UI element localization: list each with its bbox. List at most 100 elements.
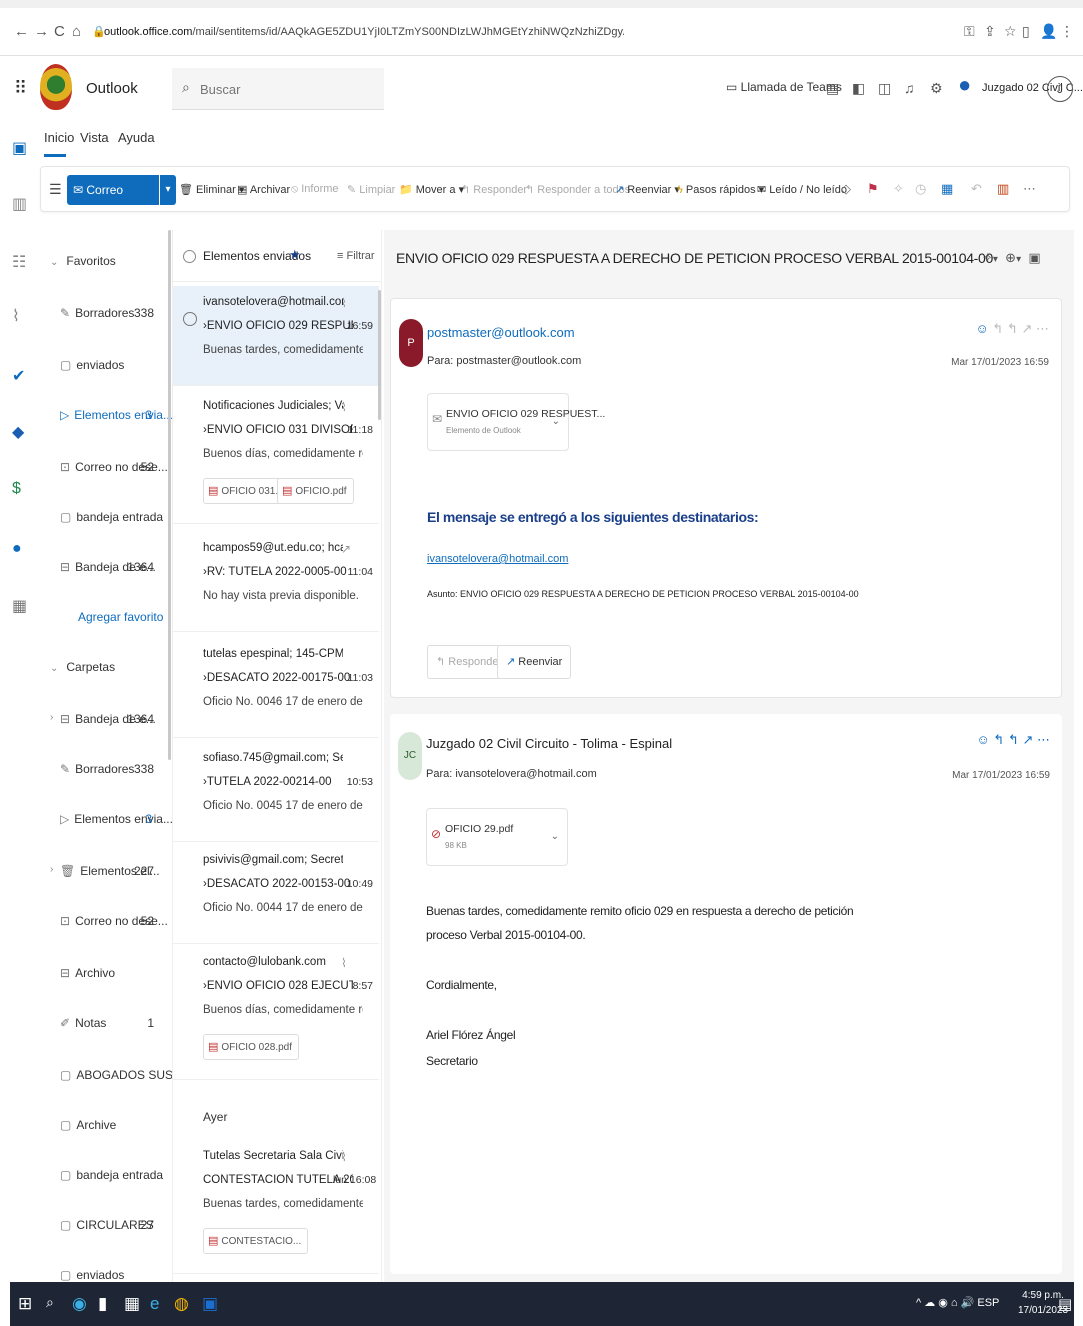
outlook-taskbar-icon[interactable]: ▣	[202, 1294, 218, 1314]
more-icon[interactable]: ⋯	[1037, 732, 1050, 747]
attachment-card[interactable]: ⊘ OFICIO 29.pdf 98 KB ⌄	[426, 808, 568, 866]
search-icon[interactable]: ⌕	[46, 1294, 54, 1311]
back-icon[interactable]: ←	[14, 24, 29, 39]
task-view-icon[interactable]: ◉	[72, 1294, 87, 1314]
reply-all-icon[interactable]: ↰	[1008, 732, 1019, 747]
snooze-icon[interactable]: ◷	[915, 181, 926, 197]
tab-ayuda[interactable]: Ayuda	[118, 130, 155, 145]
message-from[interactable]: postmaster@outlook.com	[427, 325, 575, 340]
home-icon[interactable]: ⌂	[72, 24, 81, 39]
store-icon[interactable]: ▦	[124, 1294, 140, 1314]
rules-icon[interactable]: ▦	[941, 181, 953, 197]
report-button[interactable]: ⦸ Informe	[291, 183, 339, 196]
chevron-right-icon[interactable]: ›	[50, 864, 53, 875]
apps-icon[interactable]: ▦	[12, 596, 27, 616]
emoji-icon[interactable]: ☺	[977, 732, 990, 747]
folder-item[interactable]: ✐ Notas 1	[60, 1016, 172, 1030]
list-item[interactable]: tutelas epespinal; 145-CPMSEP-ESPINA... …	[173, 638, 379, 738]
sweep-button[interactable]: ✎ Limpiar	[347, 183, 395, 196]
message-from[interactable]: Juzgado 02 Civil Circuito - Tolima - Esp…	[426, 736, 672, 751]
forward-button[interactable]: ↗ Reenviar ▾	[615, 183, 680, 196]
delete-button[interactable]: 🗑 Eliminar ▾	[179, 183, 244, 196]
filter-button[interactable]: ≡ Filtrar	[337, 250, 375, 262]
folder-item[interactable]: ▢ bandeja entrada	[60, 510, 172, 524]
forward-icon[interactable]: ↗	[1022, 732, 1033, 747]
forward-icon[interactable]: →	[34, 24, 49, 39]
folder-item[interactable]: ▷ Elementos envia... 3	[60, 408, 172, 422]
reply-button[interactable]: ↰ Responder	[461, 183, 527, 196]
tag-icon[interactable]: ◇	[841, 181, 851, 197]
mail-icon[interactable]: ▣	[12, 138, 27, 158]
summary-chevron-icon[interactable]: ▾	[993, 254, 998, 265]
folder-item[interactable]: ▢ enviados	[60, 1268, 172, 1282]
reply-all-icon[interactable]: ↰	[1007, 321, 1018, 336]
new-mail-dropdown[interactable]: ▾	[160, 175, 176, 205]
pin-icon[interactable]: ✧	[893, 181, 904, 197]
emoji-icon[interactable]: ☺	[976, 321, 989, 336]
teams-call-button[interactable]: ▭ Llamada de Teams	[726, 80, 842, 94]
hamburger-icon[interactable]: ☰	[49, 181, 62, 198]
forward-button[interactable]: ↗ Reenviar	[497, 645, 572, 679]
move-button[interactable]: 📁 Mover a ▾	[399, 183, 464, 196]
search-box[interactable]: ⌕	[172, 68, 384, 110]
list-item[interactable]: sofiaso.745@gmail.com; Secretaria Genera…	[173, 742, 379, 842]
forward-icon[interactable]: ↗	[1021, 321, 1032, 336]
folder-item[interactable]: ⊟ Archivo	[60, 966, 172, 980]
app-launcher-icon[interactable]: ⠿	[14, 78, 27, 99]
avatar[interactable]: J	[1047, 76, 1073, 102]
undo-icon[interactable]: ↶	[971, 181, 982, 197]
quick-steps-button[interactable]: ϟ Pasos rápidos ▾	[677, 183, 764, 196]
folder-item[interactable]: › 🗑 Elementos el... 227	[50, 864, 172, 878]
calendar-rail-icon[interactable]: ▥	[12, 194, 27, 214]
select-radio[interactable]	[183, 312, 197, 326]
todo-rail-icon[interactable]: ✔	[12, 366, 25, 386]
search-input[interactable]	[200, 78, 370, 100]
share-icon[interactable]: ⇪	[984, 23, 996, 40]
onedrive-icon[interactable]: ●	[12, 540, 22, 558]
summary-icon[interactable]: ✧	[982, 250, 993, 265]
star-icon[interactable]: ☆	[1004, 23, 1017, 40]
star-icon[interactable]: ★	[289, 247, 301, 263]
list-item[interactable]: hcampos59@ut.edu.co; hcampos... ↗ ›RV: T…	[173, 532, 379, 632]
tab-vista[interactable]: Vista	[80, 130, 109, 145]
folder-item[interactable]: ▷ Elementos envia... 3	[60, 812, 172, 826]
folder-item[interactable]: › ⊟ Bandeja de e... 1364	[50, 712, 172, 726]
onenote-icon[interactable]: ◧	[852, 80, 865, 97]
chevron-right-icon[interactable]: ›	[50, 712, 53, 723]
excel-icon[interactable]: $	[12, 480, 21, 498]
sidebar-icon[interactable]: ▯	[1022, 23, 1030, 40]
add-favorite-link[interactable]: Agregar favorito	[78, 610, 163, 624]
folder-item[interactable]: ⊡ Correo no dese... 52	[60, 460, 172, 474]
key-icon[interactable]: ⚿	[964, 23, 975, 40]
attachment-chip[interactable]: ▤ CONTESTACIO...	[203, 1228, 309, 1254]
zoom-chevron-icon[interactable]: ▾	[1016, 254, 1021, 265]
file-explorer-icon[interactable]: ▮	[98, 1294, 107, 1314]
archive-button[interactable]: ▤ Archivar	[237, 183, 290, 196]
folder-item[interactable]: ▢ bandeja entrada	[60, 1168, 172, 1182]
carpetas-header[interactable]: ⌄ Carpetas	[50, 660, 115, 674]
folder-item[interactable]: ✎ Borradores 338	[60, 306, 172, 320]
attachment-chip[interactable]: ▤ OFICIO.pdf	[277, 478, 354, 504]
reply-icon[interactable]: ↰	[992, 321, 1003, 336]
notification-icon[interactable]: ▤	[1058, 1295, 1072, 1313]
recipient-link[interactable]: ivansotelovera@hotmail.com	[427, 553, 568, 565]
calendar-icon[interactable]: ▤	[826, 80, 839, 97]
location-pin-icon[interactable]: ●	[958, 72, 971, 98]
folder-item[interactable]: ▢ Archive	[60, 1118, 172, 1132]
popout-icon[interactable]: ▣	[1028, 250, 1040, 265]
people-icon[interactable]: ☷	[12, 252, 26, 272]
more-icon[interactable]: ⋯	[1023, 181, 1036, 197]
calendar-ribbon-icon[interactable]: ▥	[997, 181, 1009, 197]
windows-start-icon[interactable]: ⊞	[18, 1294, 32, 1314]
folder-item[interactable]: ▢ ABOGADOS SUSPE...	[60, 1068, 172, 1082]
profile-icon[interactable]: 👤	[1040, 23, 1057, 40]
todo-icon[interactable]: ◫	[878, 80, 891, 97]
edge-icon[interactable]: e	[150, 1294, 159, 1314]
select-all-checkbox[interactable]	[183, 250, 196, 263]
folder-item[interactable]: ⊡ Correo no dese... 52	[60, 914, 172, 928]
chevron-down-icon[interactable]: ⌄	[551, 831, 559, 842]
attach-rail-icon[interactable]: ⌇	[12, 306, 20, 326]
attachment-card[interactable]: ✉ ENVIO OFICIO 029 RESPUEST... Elemento …	[427, 393, 605, 451]
list-item[interactable]: ivansotelovera@hotmail.com ⌇ ›ENVIO OFIC…	[173, 286, 379, 386]
flag-icon[interactable]: ⚑	[867, 181, 879, 197]
